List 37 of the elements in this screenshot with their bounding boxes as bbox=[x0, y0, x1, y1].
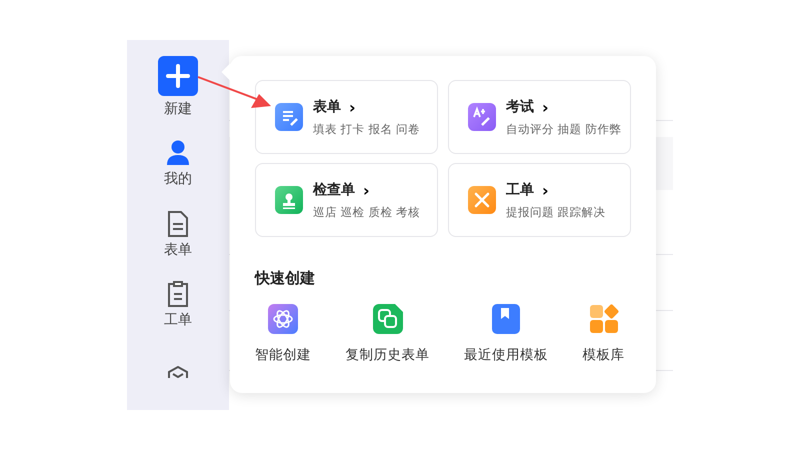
section-title: 快速创建 bbox=[255, 269, 316, 288]
create-card[interactable]: 工单 › 提报问题 跟踪解决 bbox=[448, 163, 631, 237]
cube-icon bbox=[167, 366, 189, 378]
card-title: 考试 bbox=[506, 98, 534, 116]
chevron-icon: › bbox=[542, 98, 549, 116]
card-subtitle: 巡店 巡检 质检 考核 bbox=[313, 204, 420, 220]
card-subtitle: 自动评分 抽题 防作弊 bbox=[506, 122, 622, 136]
create-card[interactable]: 检查单 › 巡店 巡检 质检 考核 bbox=[255, 163, 438, 237]
clipboard-icon bbox=[167, 281, 189, 308]
create-card[interactable]: 考试 › 自动评分 抽题 防作弊 bbox=[448, 80, 631, 154]
quick-create-item[interactable]: 智能创建 bbox=[255, 304, 311, 364]
quick-create-item[interactable]: 模板库 bbox=[582, 304, 624, 364]
atom-icon bbox=[268, 304, 298, 334]
chevron-icon: › bbox=[542, 180, 549, 200]
document-icon bbox=[167, 210, 189, 237]
card-subtitle: 提报问题 跟踪解决 bbox=[506, 204, 606, 220]
card-subtitle: 填表 打卡 报名 问卷 bbox=[313, 122, 420, 136]
person-icon bbox=[166, 140, 190, 166]
quick-create-item[interactable]: 最近使用模板 bbox=[464, 304, 548, 364]
exam-icon bbox=[468, 103, 496, 131]
chevron-icon: › bbox=[363, 180, 370, 200]
create-card[interactable]: 表单 › 填表 打卡 报名 问卷 bbox=[255, 80, 438, 154]
plus-icon[interactable] bbox=[158, 56, 198, 96]
card-title: 工单 bbox=[506, 181, 534, 199]
bookmark-icon bbox=[491, 304, 521, 334]
sidebar-label[interactable]: 表单 bbox=[164, 240, 192, 259]
card-title: 检查单 bbox=[313, 181, 355, 199]
sidebar-label[interactable]: 我的 bbox=[164, 170, 192, 188]
quick-create-item[interactable]: 复制历史表单 bbox=[346, 304, 430, 364]
sidebar-label[interactable]: 新建 bbox=[164, 100, 192, 118]
copy-icon bbox=[372, 304, 402, 334]
stamp-icon bbox=[275, 186, 303, 214]
grid-icon bbox=[588, 304, 618, 334]
sidebar-label[interactable]: 工单 bbox=[164, 311, 192, 330]
card-title: 表单 bbox=[313, 98, 341, 116]
form-icon bbox=[275, 103, 303, 131]
chevron-icon: › bbox=[349, 98, 356, 116]
